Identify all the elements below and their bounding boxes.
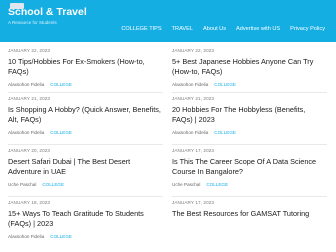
- nav-about-us[interactable]: About Us: [198, 25, 231, 33]
- post-card: JANUARY 22, 2023 5+ Best Japanese Hobbie…: [172, 48, 327, 88]
- post-category[interactable]: COLLEGE: [214, 130, 236, 136]
- nav-travel[interactable]: TRAVEL: [167, 25, 198, 33]
- post-category[interactable]: COLLEGE: [50, 82, 72, 88]
- post-title[interactable]: 20 Hobbies For The Hobbyless (Benefits, …: [172, 105, 327, 125]
- post-category[interactable]: COLLEGE: [50, 234, 72, 240]
- post-date: JANUARY 17, 2023: [172, 200, 215, 205]
- post-author[interactable]: Alaxsohon Fidelia: [8, 130, 44, 136]
- post-divider: [172, 92, 327, 93]
- post-card: JANUARY 18, 2023 15+ Ways To Teach Grati…: [8, 196, 163, 240]
- post-title[interactable]: 15+ Ways To Teach Gratitude To Students …: [8, 209, 163, 229]
- post-title[interactable]: 10 Tips/Hobbies For Ex-Smokers (How-to, …: [8, 57, 163, 77]
- post-date: JANUARY 20, 2023: [8, 148, 51, 153]
- post-meta: Uche Paschal COLLEGE: [8, 182, 163, 188]
- post-card: JANUARY 17, 2023 Is This The Career Scop…: [172, 144, 327, 188]
- post-date: JANUARY 22, 2023: [8, 48, 51, 53]
- post-meta: Alaxsohon Fidelia COLLEGE: [8, 234, 163, 240]
- post-divider: [8, 144, 163, 145]
- post-author[interactable]: Alaxsohon Fidelia: [8, 234, 44, 240]
- post-divider: [172, 144, 327, 145]
- nav-advertise[interactable]: Advertise with US: [231, 25, 285, 33]
- nav-college-tips[interactable]: COLLEGE TIPS: [116, 25, 166, 33]
- post-category[interactable]: COLLEGE: [50, 130, 72, 136]
- post-meta: Uche Paschal COLLEGE: [172, 182, 327, 188]
- post-title[interactable]: Is This The Career Scope Of A Data Scien…: [172, 157, 327, 177]
- post-category[interactable]: COLLEGE: [214, 82, 236, 88]
- post-meta: Alaxsohon Fidelia COLLEGE: [8, 130, 163, 136]
- post-title[interactable]: Desert Safari Dubai | The Best Desert Ad…: [8, 157, 163, 177]
- post-date: JANUARY 18, 2023: [8, 200, 51, 205]
- post-date: JANUARY 17, 2023: [172, 148, 215, 153]
- post-card: JANUARY 17, 2023 The Best Resources for …: [172, 196, 327, 219]
- nav-privacy-policy[interactable]: Privacy Policy: [285, 25, 330, 33]
- main-nav: COLLEGE TIPS TRAVEL About Us Advertise w…: [116, 25, 330, 33]
- post-category[interactable]: COLLEGE: [42, 182, 64, 188]
- post-meta: Alaxsohon Fidelia COLLEGE: [172, 130, 327, 136]
- post-date: JANUARY 21, 2023: [172, 96, 215, 101]
- post-meta: Alaxsohon Fidelia COLLEGE: [172, 82, 327, 88]
- post-card: JANUARY 21, 2023 20 Hobbies For The Hobb…: [172, 92, 327, 136]
- flag-icon: [10, 3, 24, 9]
- post-card: JANUARY 22, 2023 10 Tips/Hobbies For Ex-…: [8, 48, 163, 88]
- post-author[interactable]: Alaxsohon Fidelia: [172, 130, 208, 136]
- post-divider: [172, 196, 327, 197]
- post-author[interactable]: Uche Paschal: [8, 182, 36, 188]
- post-category[interactable]: COLLEGE: [206, 182, 228, 188]
- post-divider: [8, 196, 163, 197]
- site-header: School & Travel A Resource for Students …: [0, 0, 336, 42]
- post-date: JANUARY 22, 2023: [172, 48, 215, 53]
- post-date: JANUARY 21, 2023: [8, 96, 51, 101]
- post-divider: [8, 92, 163, 93]
- site-tagline: A Resource for Students: [8, 20, 57, 25]
- post-card: JANUARY 21, 2023 Is Shopping A Hobby? (Q…: [8, 92, 163, 136]
- post-author[interactable]: Alaxsohon Fidelia: [8, 82, 44, 88]
- post-author[interactable]: Uche Paschal: [172, 182, 200, 188]
- post-title[interactable]: The Best Resources for GAMSAT Tutoring: [172, 209, 327, 219]
- post-title[interactable]: 5+ Best Japanese Hobbies Anyone Can Try …: [172, 57, 327, 77]
- post-meta: Alaxsohon Fidelia COLLEGE: [8, 82, 163, 88]
- post-author[interactable]: Alaxsohon Fidelia: [172, 82, 208, 88]
- site-brand[interactable]: School & Travel A Resource for Students: [8, 3, 87, 26]
- post-title[interactable]: Is Shopping A Hobby? (Quick Answer, Bene…: [8, 105, 163, 125]
- post-card: JANUARY 20, 2023 Desert Safari Dubai | T…: [8, 144, 163, 188]
